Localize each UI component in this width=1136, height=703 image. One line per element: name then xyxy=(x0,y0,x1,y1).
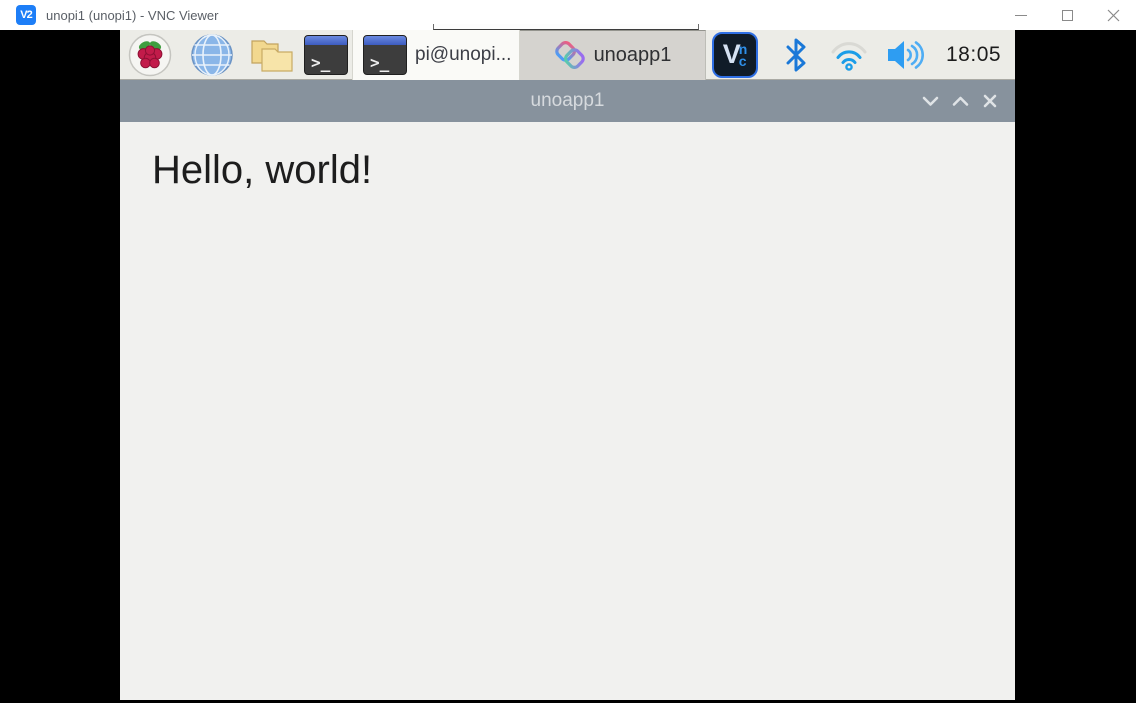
taskbar: >_ >_ pi@unopi... xyxy=(120,30,1015,80)
maximize-button[interactable] xyxy=(1044,0,1090,30)
vnc-server-icon[interactable]: V n c xyxy=(712,32,758,78)
web-browser-icon xyxy=(190,33,234,77)
volume-icon[interactable] xyxy=(886,38,926,72)
file-manager-icon xyxy=(248,33,296,77)
terminal-icon: >_ xyxy=(363,35,407,75)
close-icon xyxy=(1107,9,1120,22)
vnc-viewer-window-title: unopi1 (unopi1) - VNC Viewer xyxy=(46,8,218,23)
app-window-titlebar[interactable]: unoapp1 xyxy=(120,80,1015,122)
menu-button[interactable] xyxy=(128,33,172,77)
close-icon xyxy=(983,94,997,108)
greeting-text: Hello, world! xyxy=(152,148,1015,193)
task-button-unoapp1[interactable]: unoapp1 xyxy=(520,30,706,80)
uno-platform-icon xyxy=(554,39,586,71)
task-button-terminal[interactable]: >_ pi@unopi... xyxy=(352,30,520,80)
clock[interactable]: 18:05 xyxy=(946,43,1001,67)
app-window-title: unoapp1 xyxy=(531,90,605,112)
vnc-viewer-logo-icon: V2 xyxy=(16,5,36,25)
minimize-button[interactable] xyxy=(998,0,1044,30)
web-browser-button[interactable] xyxy=(190,33,234,77)
wifi-icon[interactable] xyxy=(830,39,868,71)
maximize-chevron-up-icon xyxy=(952,95,969,107)
app-window-content: Hello, world! xyxy=(120,122,1015,700)
task-label: unoapp1 xyxy=(594,44,672,67)
minimize-icon xyxy=(1015,15,1027,16)
app-close-button[interactable] xyxy=(975,80,1005,122)
remote-desktop-viewport: >_ >_ pi@unopi... xyxy=(120,30,1015,700)
raspberry-menu-icon xyxy=(128,33,172,77)
terminal-launcher-button[interactable]: >_ xyxy=(304,33,348,77)
terminal-icon: >_ xyxy=(304,35,348,75)
bluetooth-icon[interactable] xyxy=(784,38,808,72)
app-minimize-button[interactable] xyxy=(915,80,945,122)
close-button[interactable] xyxy=(1090,0,1136,30)
file-manager-button[interactable] xyxy=(248,33,296,77)
app-maximize-button[interactable] xyxy=(945,80,975,122)
task-label: pi@unopi... xyxy=(415,44,511,66)
minimize-chevron-down-icon xyxy=(922,95,939,107)
maximize-icon xyxy=(1062,10,1073,21)
system-tray: V n c 18:05 xyxy=(706,32,1001,78)
